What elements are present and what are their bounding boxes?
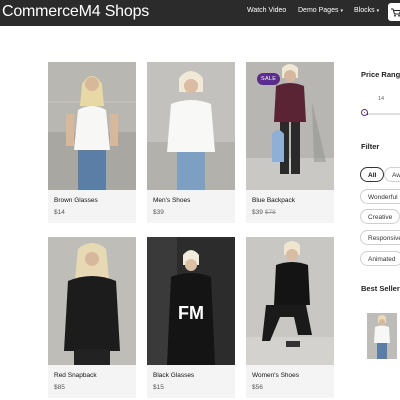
cart-button[interactable]: [388, 3, 400, 21]
chevron-down-icon: ▾: [340, 8, 343, 14]
product-info: [147, 365, 235, 398]
filter-chip-creative[interactable]: Creative: [360, 209, 400, 224]
product-info: [246, 365, 334, 398]
brand-logo[interactable]: CommerceM4 Shops: [2, 3, 149, 21]
product-card[interactable]: Red Snapback $85: [48, 237, 136, 398]
cart-icon: [391, 8, 400, 17]
product-name[interactable]: Black Glasses: [153, 372, 194, 379]
product-old-price: $78: [264, 209, 276, 216]
filter-chip-animated[interactable]: Animated: [360, 251, 400, 266]
nav-demo-pages-label: Demo Pages: [298, 7, 339, 14]
sale-badge: SALE: [257, 73, 281, 85]
best-seller-thumbnail[interactable]: [367, 313, 397, 359]
nav-blocks-label: Blocks: [354, 7, 375, 14]
chevron-down-icon: ▾: [376, 8, 380, 14]
product-info: [48, 190, 136, 223]
product-info: [147, 190, 235, 223]
product-card[interactable]: Women's Shoes $56: [246, 237, 334, 398]
product-name[interactable]: Red Snapback: [54, 372, 97, 379]
product-price: $15: [153, 384, 164, 391]
filter-chip-responsive[interactable]: Responsive: [360, 230, 400, 245]
price-range-handle[interactable]: [361, 109, 368, 116]
nav-blocks[interactable]: Blocks ▾: [354, 7, 379, 14]
best-sellers-heading: Best Sellers: [361, 284, 400, 293]
product-image[interactable]: [48, 237, 136, 365]
product-card[interactable]: Brown Glasses $14: [48, 62, 136, 223]
product-card[interactable]: Men's Shoes $39: [147, 62, 235, 223]
product-price: $56: [252, 384, 263, 391]
nav-watch-video[interactable]: Watch Video: [247, 7, 286, 14]
product-sale-price: $39: [252, 209, 263, 216]
shirt-print-text: FM: [178, 303, 204, 323]
top-navbar: CommerceM4 Shops Watch Video Demo Pages ▾…: [0, 0, 400, 26]
filter-heading: Filter: [361, 142, 380, 151]
product-image[interactable]: FM: [147, 237, 235, 365]
product-name[interactable]: Women's Shoes: [252, 372, 299, 379]
product-price: $14: [54, 209, 65, 216]
product-name[interactable]: Brown Glasses: [54, 197, 98, 204]
product-info: [246, 190, 334, 223]
product-price: $85: [54, 384, 65, 391]
product-price: $39: [153, 209, 164, 216]
price-range-min-value: 14: [378, 96, 385, 102]
filter-chip-aw[interactable]: Aw: [384, 167, 400, 182]
price-range-heading: Price Range: [361, 70, 400, 79]
product-image[interactable]: [48, 62, 136, 190]
filter-chip-all[interactable]: All: [360, 167, 385, 182]
filter-chip-wonderful[interactable]: Wonderful: [360, 189, 400, 204]
product-name[interactable]: Blue Backpack: [252, 197, 295, 204]
product-card[interactable]: FM Black Glasses $15: [147, 237, 235, 398]
price-range-slider[interactable]: [366, 113, 400, 115]
product-image[interactable]: [246, 237, 334, 365]
product-card[interactable]: SALE Blue Backpack $39 $78: [246, 62, 334, 223]
product-info: [48, 365, 136, 398]
product-image[interactable]: [147, 62, 235, 190]
nav-demo-pages[interactable]: Demo Pages ▾: [298, 7, 343, 14]
product-name[interactable]: Men's Shoes: [153, 197, 190, 204]
product-price: $39 $78: [252, 209, 276, 216]
